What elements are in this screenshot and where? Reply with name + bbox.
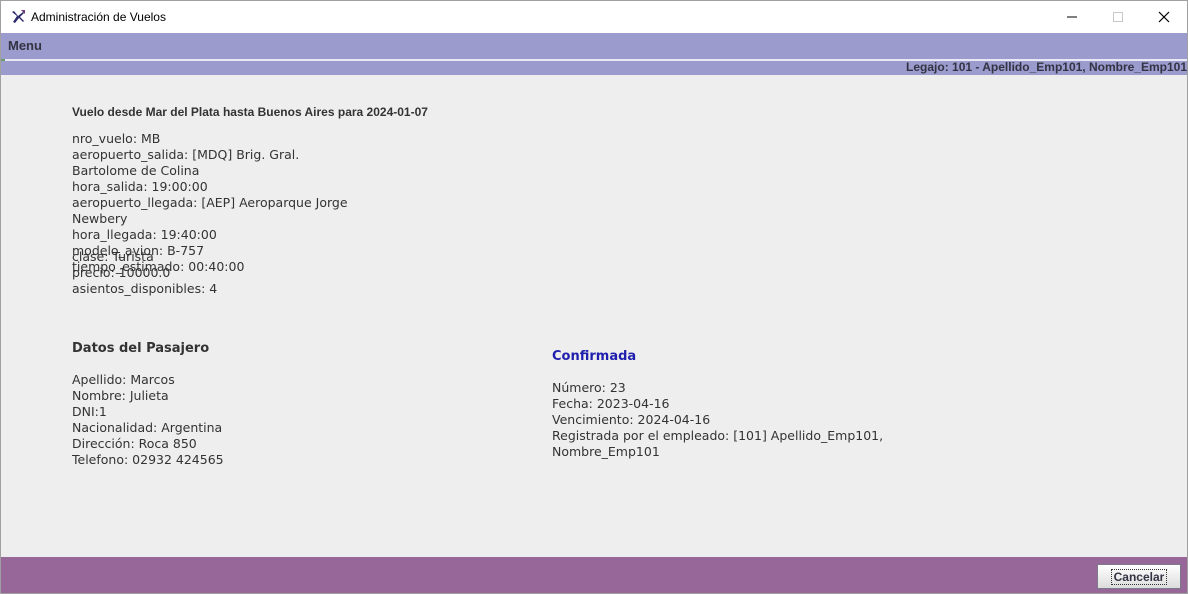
menu-bar: Menu bbox=[1, 33, 1187, 59]
menu-item-menu[interactable]: Menu bbox=[8, 38, 42, 53]
flight-hora-salida: hora_salida: 19:00:00 bbox=[72, 179, 208, 194]
close-icon bbox=[1158, 11, 1170, 23]
window-title: Administración de Vuelos bbox=[31, 10, 166, 24]
cancel-button[interactable]: Cancelar bbox=[1097, 564, 1181, 589]
minimize-button[interactable] bbox=[1049, 1, 1095, 33]
passenger-nacionalidad: Nacionalidad: Argentina bbox=[72, 420, 223, 435]
flight-aeropuerto-salida: aeropuerto_salida: [MDQ] Brig. Gral. bbox=[72, 147, 300, 162]
flight-aeropuerto-llegada: aeropuerto_llegada: [AEP] Aeroparque Jor… bbox=[72, 195, 348, 210]
flight-clase: clase: Turista bbox=[72, 249, 154, 264]
passenger-apellido: Apellido: Marcos bbox=[72, 372, 175, 387]
flight-precio: precio: 10000.0 bbox=[72, 265, 171, 280]
passenger-heading: Datos del Pasajero bbox=[72, 341, 210, 356]
maximize-button[interactable] bbox=[1095, 1, 1141, 33]
employee-legajo: Legajo: 101 - Apellido_Emp101, Nombre_Em… bbox=[906, 60, 1187, 74]
flight-aeropuerto-salida-cont: Bartolome de Colina bbox=[72, 163, 200, 178]
close-button[interactable] bbox=[1141, 1, 1187, 33]
maximize-icon bbox=[1113, 12, 1123, 22]
reservation-registrada: Registrada por el empleado: [101] Apelli… bbox=[552, 428, 884, 443]
reservation-registrada-cont: Nombre_Emp101 bbox=[552, 444, 660, 459]
passenger-nombre: Nombre: Julieta bbox=[72, 388, 169, 403]
passenger-direccion: Dirección: Roca 850 bbox=[72, 436, 197, 451]
reservation-numero: Número: 23 bbox=[552, 380, 626, 395]
minimize-icon bbox=[1067, 16, 1077, 18]
passenger-telefono: Telefono: 02932 424565 bbox=[72, 452, 224, 467]
reservation-status: Confirmada bbox=[552, 349, 637, 364]
application-window: Administración de Vuelos Menu Legajo: 10… bbox=[0, 0, 1188, 594]
title-bar[interactable]: Administración de Vuelos bbox=[1, 1, 1187, 33]
flight-aeropuerto-llegada-cont: Newbery bbox=[72, 211, 128, 226]
employee-status-bar: Legajo: 101 - Apellido_Emp101, Nombre_Em… bbox=[1, 60, 1187, 75]
flight-hora-llegada: hora_llegada: 19:40:00 bbox=[72, 227, 217, 242]
flight-title: Vuelo desde Mar del Plata hasta Buenos A… bbox=[72, 105, 428, 119]
airplane-icon bbox=[12, 10, 25, 23]
footer-bar bbox=[1, 557, 1187, 593]
flight-nro-vuelo: nro_vuelo: MB bbox=[72, 131, 161, 146]
reservation-fecha: Fecha: 2023-04-16 bbox=[552, 396, 670, 411]
passenger-dni: DNI:1 bbox=[72, 404, 107, 419]
cancel-button-label: Cancelar bbox=[1110, 568, 1168, 585]
flight-asientos-disponibles: asientos_disponibles: 4 bbox=[72, 281, 218, 296]
reservation-vencimiento: Vencimiento: 2024-04-16 bbox=[552, 412, 711, 427]
